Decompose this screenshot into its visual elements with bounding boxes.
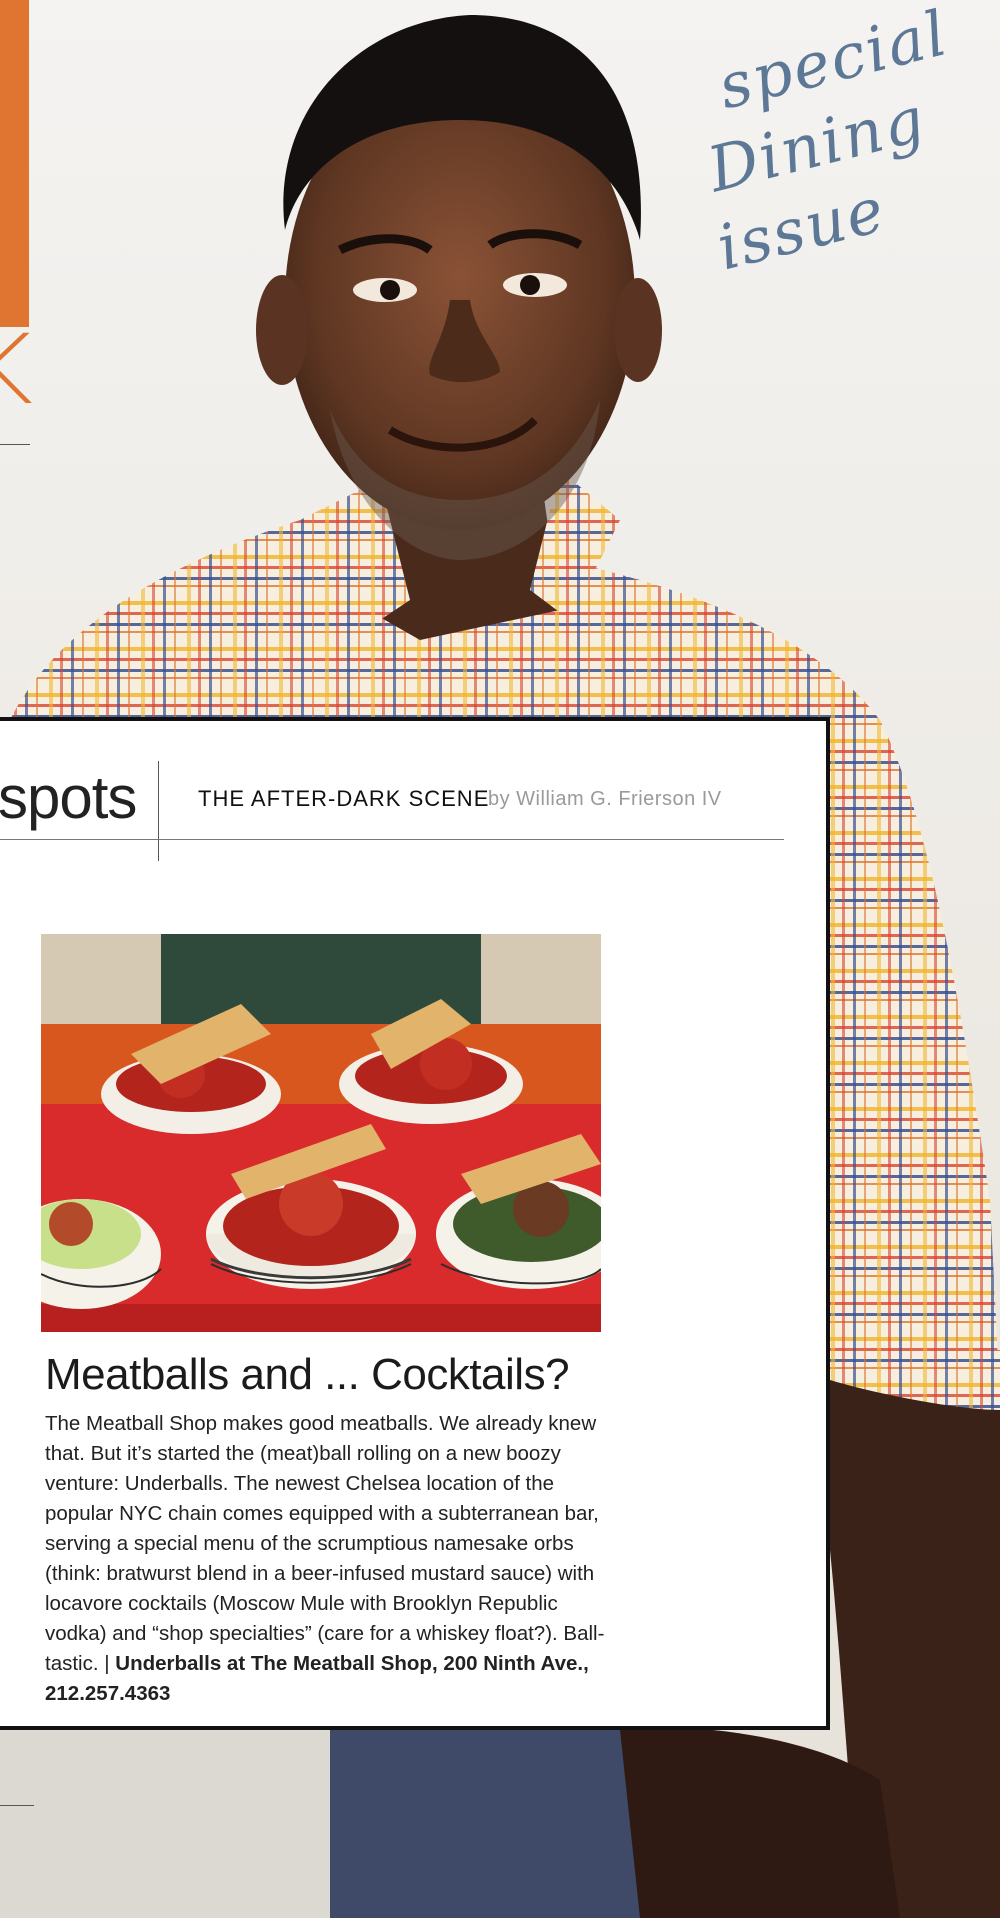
article-panel: spots THE AFTER-DARK SCENE by William G.…: [0, 717, 830, 1730]
venue-info: Underballs at The Meatball Shop, 200 Nin…: [45, 1652, 589, 1705]
section-kicker: THE AFTER-DARK SCENE: [198, 786, 490, 811]
meatball-bowls-photo: [41, 934, 601, 1332]
article-headline: Meatballs and ... Cocktails?: [45, 1350, 570, 1399]
edge-rule-bottom: [0, 1805, 34, 1806]
section-title: spots: [0, 764, 137, 831]
byline: by William G. Frierson IV: [488, 788, 722, 810]
magazine-page: K special Dining issue spots THE AFTER-D…: [0, 0, 1000, 1918]
section-divider-horizontal: [0, 839, 784, 840]
article-body: The Meatball Shop makes good meatballs. …: [45, 1409, 615, 1709]
article-body-text: The Meatball Shop makes good meatballs. …: [45, 1412, 605, 1675]
section-divider-vertical: [158, 761, 159, 861]
edge-rule-top: [0, 444, 30, 445]
edge-letter: K: [0, 314, 33, 426]
orange-accent-bar: [0, 0, 29, 327]
